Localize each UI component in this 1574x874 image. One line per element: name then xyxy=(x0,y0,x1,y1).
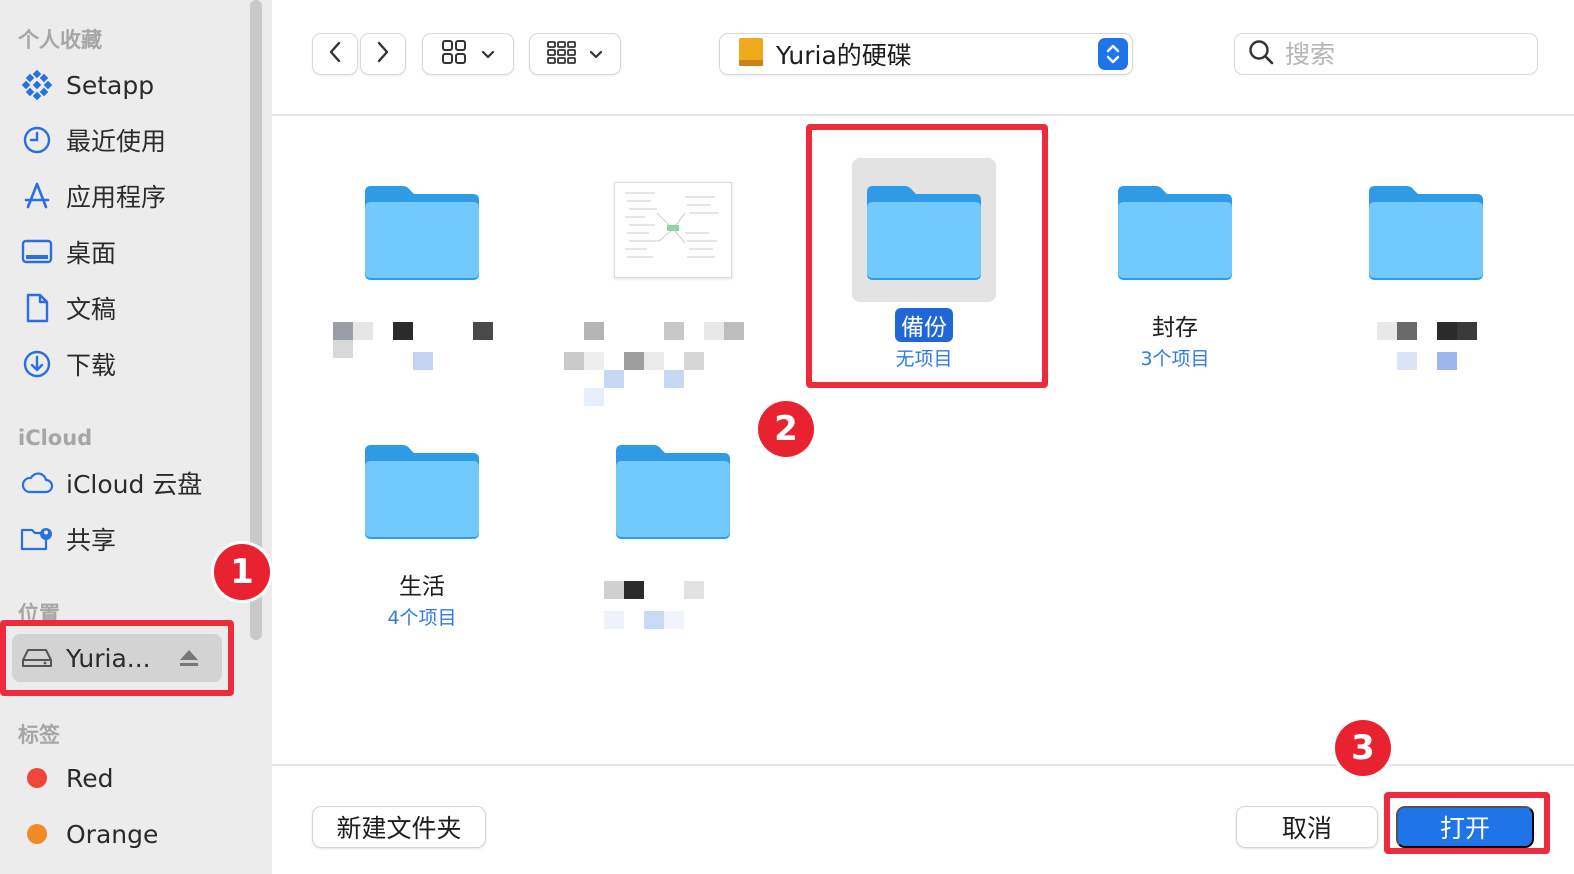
favorites-header: 个人收藏 xyxy=(18,28,102,52)
icloud-header: iCloud xyxy=(18,426,93,450)
step-badge-2: 2 xyxy=(758,401,814,457)
drive-icon xyxy=(736,36,766,72)
highlight-box-open-button xyxy=(1384,792,1550,854)
sidebar-item-icloud-drive[interactable]: iCloud 云盘 xyxy=(0,458,248,508)
sidebar-item-desktop[interactable]: 桌面 xyxy=(0,227,248,277)
group-grid-icon xyxy=(547,40,577,68)
bottom-bar: 新建文件夹 取消 打开 xyxy=(272,764,1574,874)
blurred-filename xyxy=(573,573,773,663)
file-item[interactable] xyxy=(573,417,773,663)
search-icon xyxy=(1247,38,1275,70)
file-item[interactable] xyxy=(564,158,773,406)
shared-folder-icon xyxy=(20,522,54,556)
folder-icon xyxy=(601,417,745,561)
desktop-icon xyxy=(20,235,54,269)
new-folder-button[interactable]: 新建文件夹 xyxy=(312,806,486,848)
blurred-filename xyxy=(322,314,522,404)
file-name: 封存 xyxy=(1152,315,1198,341)
chevron-right-icon xyxy=(375,40,391,68)
sidebar-item-tag-orange[interactable]: Orange xyxy=(0,809,248,859)
sidebar-item-label: Setapp xyxy=(66,70,155,100)
chevron-down-icon xyxy=(481,45,495,64)
sidebar-item-label: 应用程序 xyxy=(66,183,167,212)
sidebar-item-applications[interactable]: 应用程序 xyxy=(0,171,248,221)
grid-icon xyxy=(441,39,467,69)
file-item-count: 3个项目 xyxy=(1140,348,1210,370)
file-item[interactable] xyxy=(1326,158,1526,404)
blurred-filename xyxy=(1326,314,1526,404)
apps-icon xyxy=(20,179,54,213)
tag-dot-icon xyxy=(20,761,54,795)
sidebar-item-downloads[interactable]: 下载 xyxy=(0,339,248,389)
group-mode-button[interactable] xyxy=(529,33,621,75)
cloud-icon xyxy=(20,466,54,500)
file-item-count: 4个项目 xyxy=(387,607,457,629)
sidebar-item-setapp[interactable]: Setapp xyxy=(0,60,248,110)
file-item[interactable]: 封存 3个项目 xyxy=(1075,158,1275,371)
forward-button[interactable] xyxy=(360,33,406,75)
view-mode-button[interactable] xyxy=(422,33,514,75)
tags-header: 标签 xyxy=(18,723,60,747)
sidebar-item-label: 文稿 xyxy=(66,295,117,324)
document-icon xyxy=(20,291,54,325)
sidebar-item-label: iCloud 云盘 xyxy=(66,470,203,499)
folder-icon xyxy=(1103,158,1247,302)
sidebar-item-label: 桌面 xyxy=(66,239,117,268)
step-badge-3: 3 xyxy=(1335,720,1391,776)
sidebar-item-label: 最近使用 xyxy=(66,127,167,156)
blurred-filename xyxy=(564,314,773,406)
sidebar-item-shared[interactable]: 共享 xyxy=(0,514,248,564)
highlight-box-folder xyxy=(806,124,1048,388)
document-thumbnail-icon xyxy=(601,158,745,302)
search-field[interactable] xyxy=(1234,33,1538,75)
sidebar-item-label: 下载 xyxy=(66,351,117,380)
download-icon xyxy=(20,347,54,381)
toolbar: Yuria的硬碟 xyxy=(272,0,1574,116)
sidebar-scrollbar[interactable] xyxy=(250,0,262,640)
chevron-left-icon xyxy=(327,40,343,68)
path-label: Yuria的硬碟 xyxy=(776,41,912,70)
sidebar-item-recents[interactable]: 最近使用 xyxy=(0,115,248,165)
chevron-down-icon xyxy=(589,45,603,64)
folder-icon xyxy=(350,417,494,561)
clock-icon xyxy=(20,123,54,157)
sidebar-item-label: Orange xyxy=(66,819,159,849)
folder-icon xyxy=(1354,158,1498,302)
sidebar-item-documents[interactable]: 文稿 xyxy=(0,283,248,333)
tag-dot-icon xyxy=(20,817,54,851)
sidebar-item-label: Red xyxy=(66,763,114,793)
file-item[interactable]: 生活 4个项目 xyxy=(322,417,522,630)
search-input[interactable] xyxy=(1285,39,1505,69)
path-selector[interactable]: Yuria的硬碟 xyxy=(719,33,1133,75)
file-name: 生活 xyxy=(399,574,445,600)
setapp-icon xyxy=(20,68,54,102)
back-button[interactable] xyxy=(312,33,358,75)
sidebar-item-tag-red[interactable]: Red xyxy=(0,753,248,803)
highlight-box-drive xyxy=(0,620,234,696)
file-item[interactable] xyxy=(322,158,522,404)
sidebar-item-label: 共享 xyxy=(66,526,117,555)
up-down-arrows-icon xyxy=(1098,38,1128,70)
cancel-button[interactable]: 取消 xyxy=(1236,806,1378,848)
folder-icon xyxy=(350,158,494,302)
sidebar: 个人收藏 Setapp 最近使用 应用程序 桌面 文稿 下载 iCloud iC… xyxy=(0,0,272,874)
step-badge-1: 1 xyxy=(214,544,270,600)
